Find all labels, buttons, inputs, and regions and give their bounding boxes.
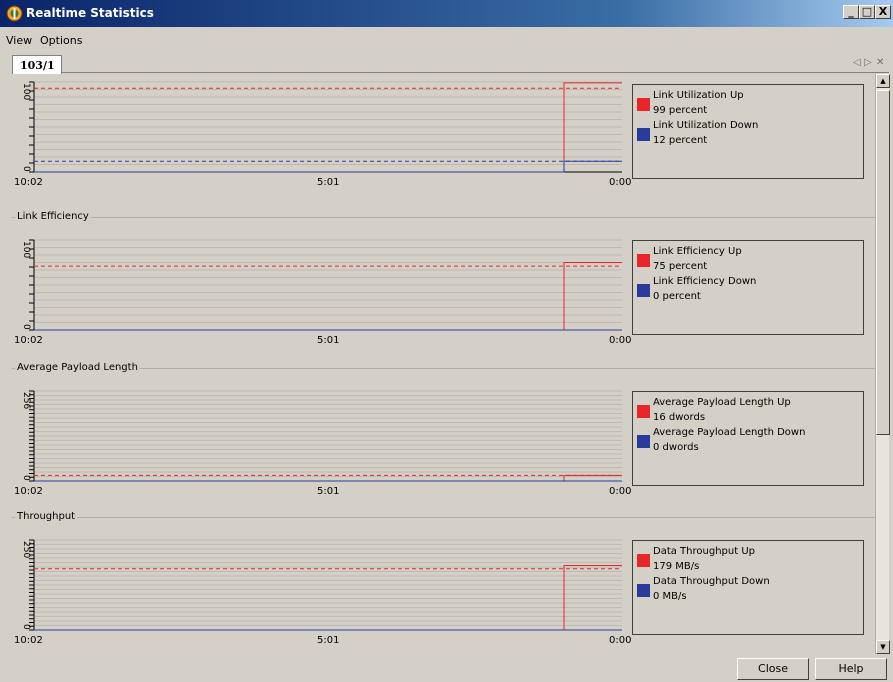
legend-value-up: 16 dwords	[653, 412, 706, 423]
link-efficiency-legend: Link Efficiency Up 75 percent Link Effic…	[632, 240, 864, 335]
legend-value-up: 179 MB/s	[653, 561, 700, 572]
minimize-button[interactable]: _	[843, 5, 859, 19]
maximize-button[interactable]: □	[859, 5, 875, 19]
series-line	[34, 565, 622, 631]
title-bar: Realtime Statistics _ □ X	[0, 0, 893, 27]
up-swatch	[637, 254, 650, 267]
close-window-button[interactable]: X	[875, 5, 891, 19]
legend-name-up: Average Payload Length Up	[653, 397, 791, 408]
up-swatch	[637, 405, 650, 418]
legend-value-down: 0 MB/s	[653, 591, 687, 602]
up-swatch	[637, 98, 650, 111]
y-min-label: 0	[21, 324, 31, 330]
legend-name-up: Data Throughput Up	[653, 546, 755, 557]
tab-next-icon[interactable]: ▷	[864, 57, 872, 68]
x-tick-label: 10:02	[14, 486, 43, 497]
x-tick-label: 5:01	[317, 335, 339, 346]
chart-group-link-efficiency: Link Efficiency 100 0 10:02 5:01 0:00 Link E…	[12, 211, 875, 363]
x-tick-label: 0:00	[609, 635, 631, 646]
legend-value-up: 75 percent	[653, 261, 708, 272]
link-utilization-legend: Link Utilization Up 99 percent Link Util…	[632, 84, 864, 179]
x-tick-label: 10:02	[14, 177, 43, 188]
tab-strip: 103/1 ◁ ▷ ✕	[12, 55, 889, 74]
chart-group-link-utilization: 100 0 10:02 5:01 0:00 Link Utilization Up 99…	[12, 74, 875, 206]
scroll-thumb[interactable]	[876, 90, 890, 435]
app-icon	[6, 5, 23, 22]
throughput-chart: 250 0 10:02 5:01 0:00	[14, 539, 631, 646]
scroll-down-icon[interactable]: ▼	[876, 640, 890, 654]
down-swatch	[637, 435, 650, 448]
average-payload-length-legend: Average Payload Length Up 16 dwords Aver…	[632, 391, 864, 486]
down-swatch	[637, 284, 650, 297]
vertical-scrollbar[interactable]: ▲ ▼	[875, 74, 890, 654]
average-payload-length-chart: 256 0 10:02 5:01 0:00	[14, 390, 631, 497]
legend-value-down: 12 percent	[653, 135, 708, 146]
series-line	[34, 262, 622, 331]
legend-name-up: Link Efficiency Up	[653, 246, 742, 257]
throughput-legend: Data Throughput Up 179 MB/s Data Through…	[632, 540, 864, 635]
legend-value-down: 0 percent	[653, 291, 701, 302]
x-tick-label: 10:02	[14, 335, 43, 346]
legend-name-down: Link Efficiency Down	[653, 276, 757, 287]
x-tick-label: 10:02	[14, 635, 43, 646]
menu-options[interactable]: Options	[40, 34, 82, 47]
close-button[interactable]: Close	[737, 658, 809, 680]
legend-name-down: Data Throughput Down	[653, 576, 770, 587]
legend-name-down: Link Utilization Down	[653, 120, 759, 131]
x-tick-label: 0:00	[609, 486, 631, 497]
tab-103-1[interactable]: 103/1	[12, 55, 62, 74]
window-title: Realtime Statistics	[26, 6, 154, 20]
statistics-panel: 100 0 10:02 5:01 0:00 Link Utilization Up 99…	[12, 74, 875, 654]
x-tick-label: 0:00	[609, 177, 631, 188]
down-swatch	[637, 128, 650, 141]
up-swatch	[637, 554, 650, 567]
x-tick-label: 5:01	[317, 635, 339, 646]
y-max-label: 100	[21, 83, 31, 100]
y-max-label: 256	[21, 392, 31, 409]
tab-prev-icon[interactable]: ◁	[853, 57, 861, 68]
help-button[interactable]: Help	[815, 658, 887, 680]
legend-value-down: 0 dwords	[653, 442, 699, 453]
y-min-label: 0	[21, 624, 31, 630]
x-tick-label: 5:01	[317, 177, 339, 188]
legend-name-up: Link Utilization Up	[653, 90, 744, 101]
link-efficiency-chart: 100 0 10:02 5:01 0:00	[14, 239, 631, 346]
link-utilization-chart: 100 0 10:02 5:01 0:00	[14, 81, 631, 188]
chart-group-average-payload-length: Average Payload Length 256 0 10:02 5:01 0:00…	[12, 362, 875, 514]
scroll-up-icon[interactable]: ▲	[876, 74, 890, 88]
y-min-label: 0	[21, 475, 31, 481]
tab-close-icon[interactable]: ✕	[876, 57, 884, 68]
chart-group-throughput: Throughput 250 0 10:02 5:01 0:00 Data Throug…	[12, 511, 875, 654]
series-line	[34, 160, 622, 173]
menu-view[interactable]: View	[6, 34, 32, 47]
x-tick-label: 5:01	[317, 486, 339, 497]
x-tick-label: 0:00	[609, 335, 631, 346]
down-swatch	[637, 584, 650, 597]
y-max-label: 250	[21, 541, 31, 558]
menu-bar: View Options	[0, 30, 893, 50]
y-min-label: 0	[21, 166, 31, 172]
y-max-label: 100	[21, 241, 31, 258]
legend-value-up: 99 percent	[653, 105, 708, 116]
legend-name-down: Average Payload Length Down	[653, 427, 806, 438]
